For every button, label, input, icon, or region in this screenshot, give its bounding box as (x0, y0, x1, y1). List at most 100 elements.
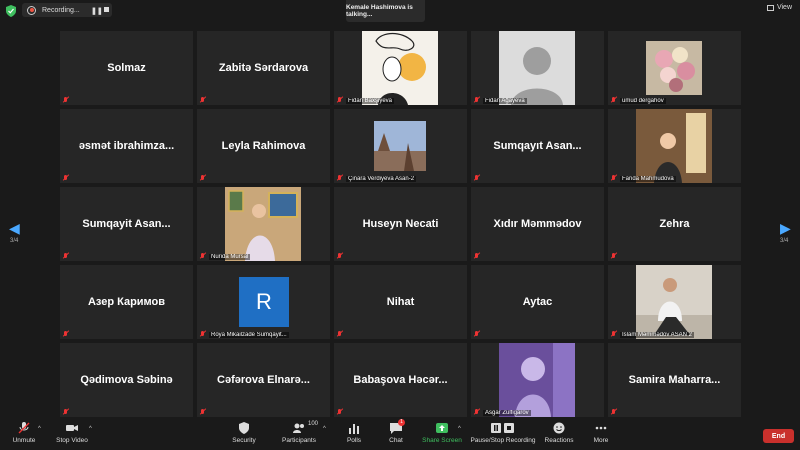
muted-microphone-icon (18, 422, 30, 434)
security-button[interactable]: Security (226, 422, 262, 444)
view-label: View (776, 4, 792, 11)
muted-mic-icon (611, 175, 617, 181)
participant-name: əsmət ibrahimza... (78, 140, 175, 152)
participant-name: Babaşova Həcər... (353, 374, 448, 386)
participant-tile[interactable]: Zehra (608, 187, 741, 261)
active-speaker-banner: Kemale Hashimova is talking... (346, 0, 425, 22)
participant-tile[interactable]: Aytac (471, 265, 604, 339)
participant-tile[interactable]: R Roya Mikailzade Sumqayit... (197, 265, 330, 339)
muted-mic-icon (337, 97, 343, 103)
participant-name: Xıdır Məmmədov (493, 218, 582, 230)
chat-badge: 1 (398, 419, 405, 426)
next-page-arrow-icon[interactable]: ▶ (780, 220, 791, 237)
security-label: Security (232, 437, 256, 444)
reactions-label: Reactions (544, 437, 574, 444)
participant-tile[interactable]: Nihat (334, 265, 467, 339)
participant-name: Cəfərova Elnarə... (217, 374, 310, 386)
participant-tile[interactable]: Huseyn Necati (334, 187, 467, 261)
muted-mic-icon (337, 331, 343, 337)
smiley-icon (553, 422, 565, 434)
participant-tile[interactable]: Sumqayit Asan... (60, 187, 193, 261)
participant-tile[interactable]: Solmaz (60, 31, 193, 105)
participant-tile[interactable]: Samira Maharra... (608, 343, 741, 417)
participant-name: Solmaz (107, 62, 146, 74)
previous-page-arrow-icon[interactable]: ◀ (9, 220, 20, 237)
participant-tile[interactable]: Babaşova Həcər... (334, 343, 467, 417)
muted-mic-icon (474, 175, 480, 181)
polls-icon (349, 424, 359, 434)
participants-button[interactable]: 100 Participants (278, 421, 320, 444)
participant-video (636, 109, 712, 183)
meeting-toolbar: Unmute ^ Stop Video ^ Security 100 Parti… (0, 419, 800, 450)
participant-tile[interactable]: əsmət ibrahimza... (60, 109, 193, 183)
participant-tile[interactable]: Qədimova Səbinə (60, 343, 193, 417)
polls-button[interactable]: Polls (340, 422, 368, 444)
muted-mic-icon (200, 409, 206, 415)
pause-stop-recording-label: Pause/Stop Recording (470, 437, 536, 444)
participant-name: Samira Maharra... (628, 374, 721, 386)
stop-video-button[interactable]: Stop Video (52, 422, 92, 444)
stop-recording-icon[interactable] (104, 7, 109, 12)
muted-mic-icon (611, 331, 617, 337)
view-button[interactable]: View (766, 4, 792, 11)
muted-mic-icon (337, 175, 343, 181)
participant-tile[interactable]: umud dergahov (608, 31, 741, 105)
participants-caret-icon[interactable]: ^ (323, 426, 326, 432)
muted-mic-icon (63, 409, 69, 415)
participant-tile[interactable]: Sumqayıt Asan... (471, 109, 604, 183)
participant-tile[interactable]: Fidan Ağayeva (471, 31, 604, 105)
participant-tile[interactable]: Азер Каримов (60, 265, 193, 339)
participant-tile[interactable]: Çinara Verdiyeva Asan-2 (334, 109, 467, 183)
participant-tile[interactable]: Farida Mahmudova (608, 109, 741, 183)
muted-mic-icon (474, 331, 480, 337)
participant-tile[interactable]: Asgar Zulfigarov (471, 343, 604, 417)
muted-mic-icon (337, 253, 343, 259)
pause-recording-icon[interactable]: ❚❚ (91, 7, 103, 15)
participant-tile[interactable]: Cəfərova Elnarə... (197, 343, 330, 417)
end-meeting-button[interactable]: End (763, 429, 794, 443)
unmute-label: Unmute (12, 437, 36, 444)
participant-tile[interactable]: Xıdır Məmmədov (471, 187, 604, 261)
participant-video (362, 31, 438, 105)
unmute-button[interactable]: Unmute (8, 422, 40, 444)
participant-caption: Roya Mikailzade Sumqayit... (209, 332, 289, 338)
participant-tile[interactable]: Leyla Rahimova (197, 109, 330, 183)
participant-video (225, 187, 301, 261)
participant-name: Aytac (522, 296, 553, 308)
participants-icon (293, 423, 304, 433)
audio-options-caret-icon[interactable]: ^ (38, 426, 41, 432)
pause-stop-recording-button[interactable]: Pause/Stop Recording (470, 422, 536, 444)
top-bar: Recording... ❚❚ Kemale Hashimova is talk… (0, 0, 800, 24)
participant-caption: Farida Mahmudova (620, 176, 676, 182)
participant-name: Nihat (386, 296, 415, 308)
muted-mic-icon (63, 97, 69, 103)
participant-name: Sumqayıt Asan... (493, 140, 582, 152)
participant-tile[interactable]: Nurida Mursal (197, 187, 330, 261)
muted-mic-icon (474, 409, 480, 415)
recording-indicator: Recording... ❚❚ (22, 3, 112, 17)
share-options-caret-icon[interactable]: ^ (458, 426, 461, 432)
muted-mic-icon (337, 409, 343, 415)
participant-caption: Asgar Zulfigarov (483, 410, 531, 416)
participant-name: Азер Каримов (87, 296, 166, 308)
participant-name: Sumqayit Asan... (82, 218, 171, 230)
chat-button[interactable]: 1 Chat (382, 419, 410, 444)
more-button[interactable]: More (589, 422, 613, 444)
shield-icon[interactable] (6, 5, 16, 17)
stop-video-label: Stop Video (56, 437, 88, 444)
participant-grid: Solmaz Zabitə Sərdarova Fidan Baxşiyeva … (60, 31, 741, 419)
share-screen-label: Share Screen (422, 437, 462, 444)
video-camera-icon (66, 425, 78, 431)
participant-caption: Çinara Verdiyeva Asan-2 (346, 176, 417, 182)
default-avatar-icon (499, 31, 575, 105)
participant-tile[interactable]: Fidan Baxşiyeva (334, 31, 467, 105)
reactions-button[interactable]: Reactions (543, 422, 575, 444)
muted-mic-icon (200, 175, 206, 181)
participant-tile[interactable]: İslam Məmmədov ASAN 2 (608, 265, 741, 339)
right-page-indicator: 3/4 (780, 238, 789, 244)
video-options-caret-icon[interactable]: ^ (89, 426, 92, 432)
participant-tile[interactable]: Zabitə Sərdarova (197, 31, 330, 105)
share-screen-button[interactable]: Share Screen (421, 422, 463, 444)
participant-name: Leyla Rahimova (221, 140, 306, 152)
participants-count: 100 (308, 421, 319, 427)
